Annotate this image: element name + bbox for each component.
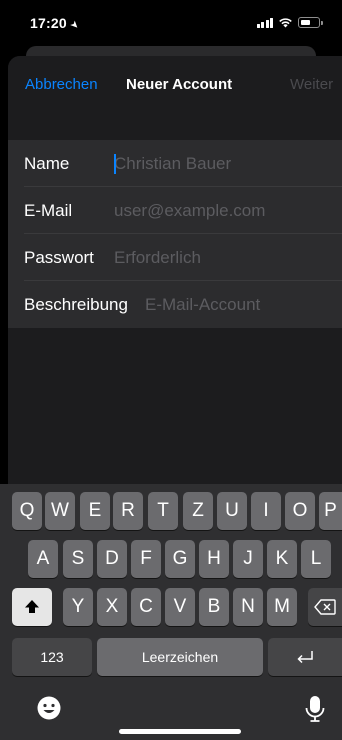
description-field[interactable] bbox=[145, 292, 335, 318]
key-p[interactable]: P bbox=[319, 492, 342, 530]
location-arrow-icon: ➤ bbox=[67, 18, 82, 33]
description-label: Beschreibung bbox=[24, 295, 128, 314]
key-n[interactable]: N bbox=[233, 588, 263, 626]
shift-key[interactable] bbox=[12, 588, 52, 626]
key-x[interactable]: X bbox=[97, 588, 127, 626]
nav-bar: Abbrechen Neuer Account Weiter bbox=[8, 56, 342, 112]
emoji-icon bbox=[37, 696, 61, 719]
time-text: 17:20 bbox=[30, 15, 67, 31]
cellular-signal-icon bbox=[256, 17, 273, 28]
form-row-description[interactable]: Beschreibung bbox=[8, 281, 342, 328]
delete-icon bbox=[314, 599, 336, 615]
key-f[interactable]: F bbox=[131, 540, 161, 578]
form-row-password[interactable]: Passwort bbox=[8, 234, 342, 281]
key-t[interactable]: T bbox=[148, 492, 178, 530]
space-key[interactable]: Leerzeichen bbox=[97, 638, 263, 676]
home-indicator[interactable] bbox=[119, 729, 241, 734]
key-d[interactable]: D bbox=[97, 540, 127, 578]
email-label: E-Mail bbox=[24, 201, 73, 220]
key-c[interactable]: C bbox=[131, 588, 161, 626]
key-v[interactable]: V bbox=[165, 588, 195, 626]
status-time: 17:20➤ bbox=[30, 15, 82, 33]
text-cursor bbox=[114, 154, 116, 174]
battery-icon bbox=[298, 17, 323, 28]
name-field[interactable] bbox=[114, 151, 324, 177]
wifi-icon bbox=[279, 18, 292, 28]
key-o[interactable]: O bbox=[285, 492, 315, 530]
password-field[interactable] bbox=[114, 245, 324, 271]
emoji-button[interactable] bbox=[34, 694, 64, 724]
microphone-icon bbox=[305, 696, 325, 722]
return-icon bbox=[297, 650, 313, 664]
key-a[interactable]: A bbox=[28, 540, 58, 578]
key-q[interactable]: Q bbox=[12, 492, 42, 530]
key-z[interactable]: Z bbox=[183, 492, 213, 530]
key-e[interactable]: E bbox=[80, 492, 110, 530]
screen: 17:20➤ Abbrechen Neuer Account Weiter Na… bbox=[0, 0, 342, 740]
key-i[interactable]: I bbox=[251, 492, 281, 530]
key-m[interactable]: M bbox=[267, 588, 297, 626]
next-button[interactable]: Weiter bbox=[290, 76, 333, 93]
password-label: Passwort bbox=[24, 248, 94, 267]
key-j[interactable]: J bbox=[233, 540, 263, 578]
shift-icon bbox=[25, 599, 39, 613]
form-row-name[interactable]: Name bbox=[8, 140, 342, 187]
email-field[interactable] bbox=[114, 198, 324, 224]
form-row-email[interactable]: E-Mail bbox=[8, 187, 342, 234]
key-b[interactable]: B bbox=[199, 588, 229, 626]
account-form: Name E-Mail Passwort Beschreibung bbox=[8, 140, 342, 328]
key-s[interactable]: S bbox=[63, 540, 93, 578]
key-w[interactable]: W bbox=[45, 492, 75, 530]
delete-key[interactable] bbox=[308, 588, 342, 626]
return-key[interactable] bbox=[268, 638, 342, 676]
page-title: Neuer Account bbox=[126, 76, 233, 93]
cancel-button[interactable]: Abbrechen bbox=[25, 76, 98, 93]
status-bar: 17:20➤ bbox=[0, 0, 342, 46]
name-label: Name bbox=[24, 154, 70, 173]
key-r[interactable]: R bbox=[113, 492, 143, 530]
key-l[interactable]: L bbox=[301, 540, 331, 578]
numbers-key[interactable]: 123 bbox=[12, 638, 92, 676]
key-h[interactable]: H bbox=[199, 540, 229, 578]
status-icons bbox=[256, 17, 323, 28]
key-k[interactable]: K bbox=[267, 540, 297, 578]
key-g[interactable]: G bbox=[165, 540, 195, 578]
key-y[interactable]: Y bbox=[63, 588, 93, 626]
key-u[interactable]: U bbox=[217, 492, 247, 530]
dictation-button[interactable] bbox=[300, 694, 330, 724]
